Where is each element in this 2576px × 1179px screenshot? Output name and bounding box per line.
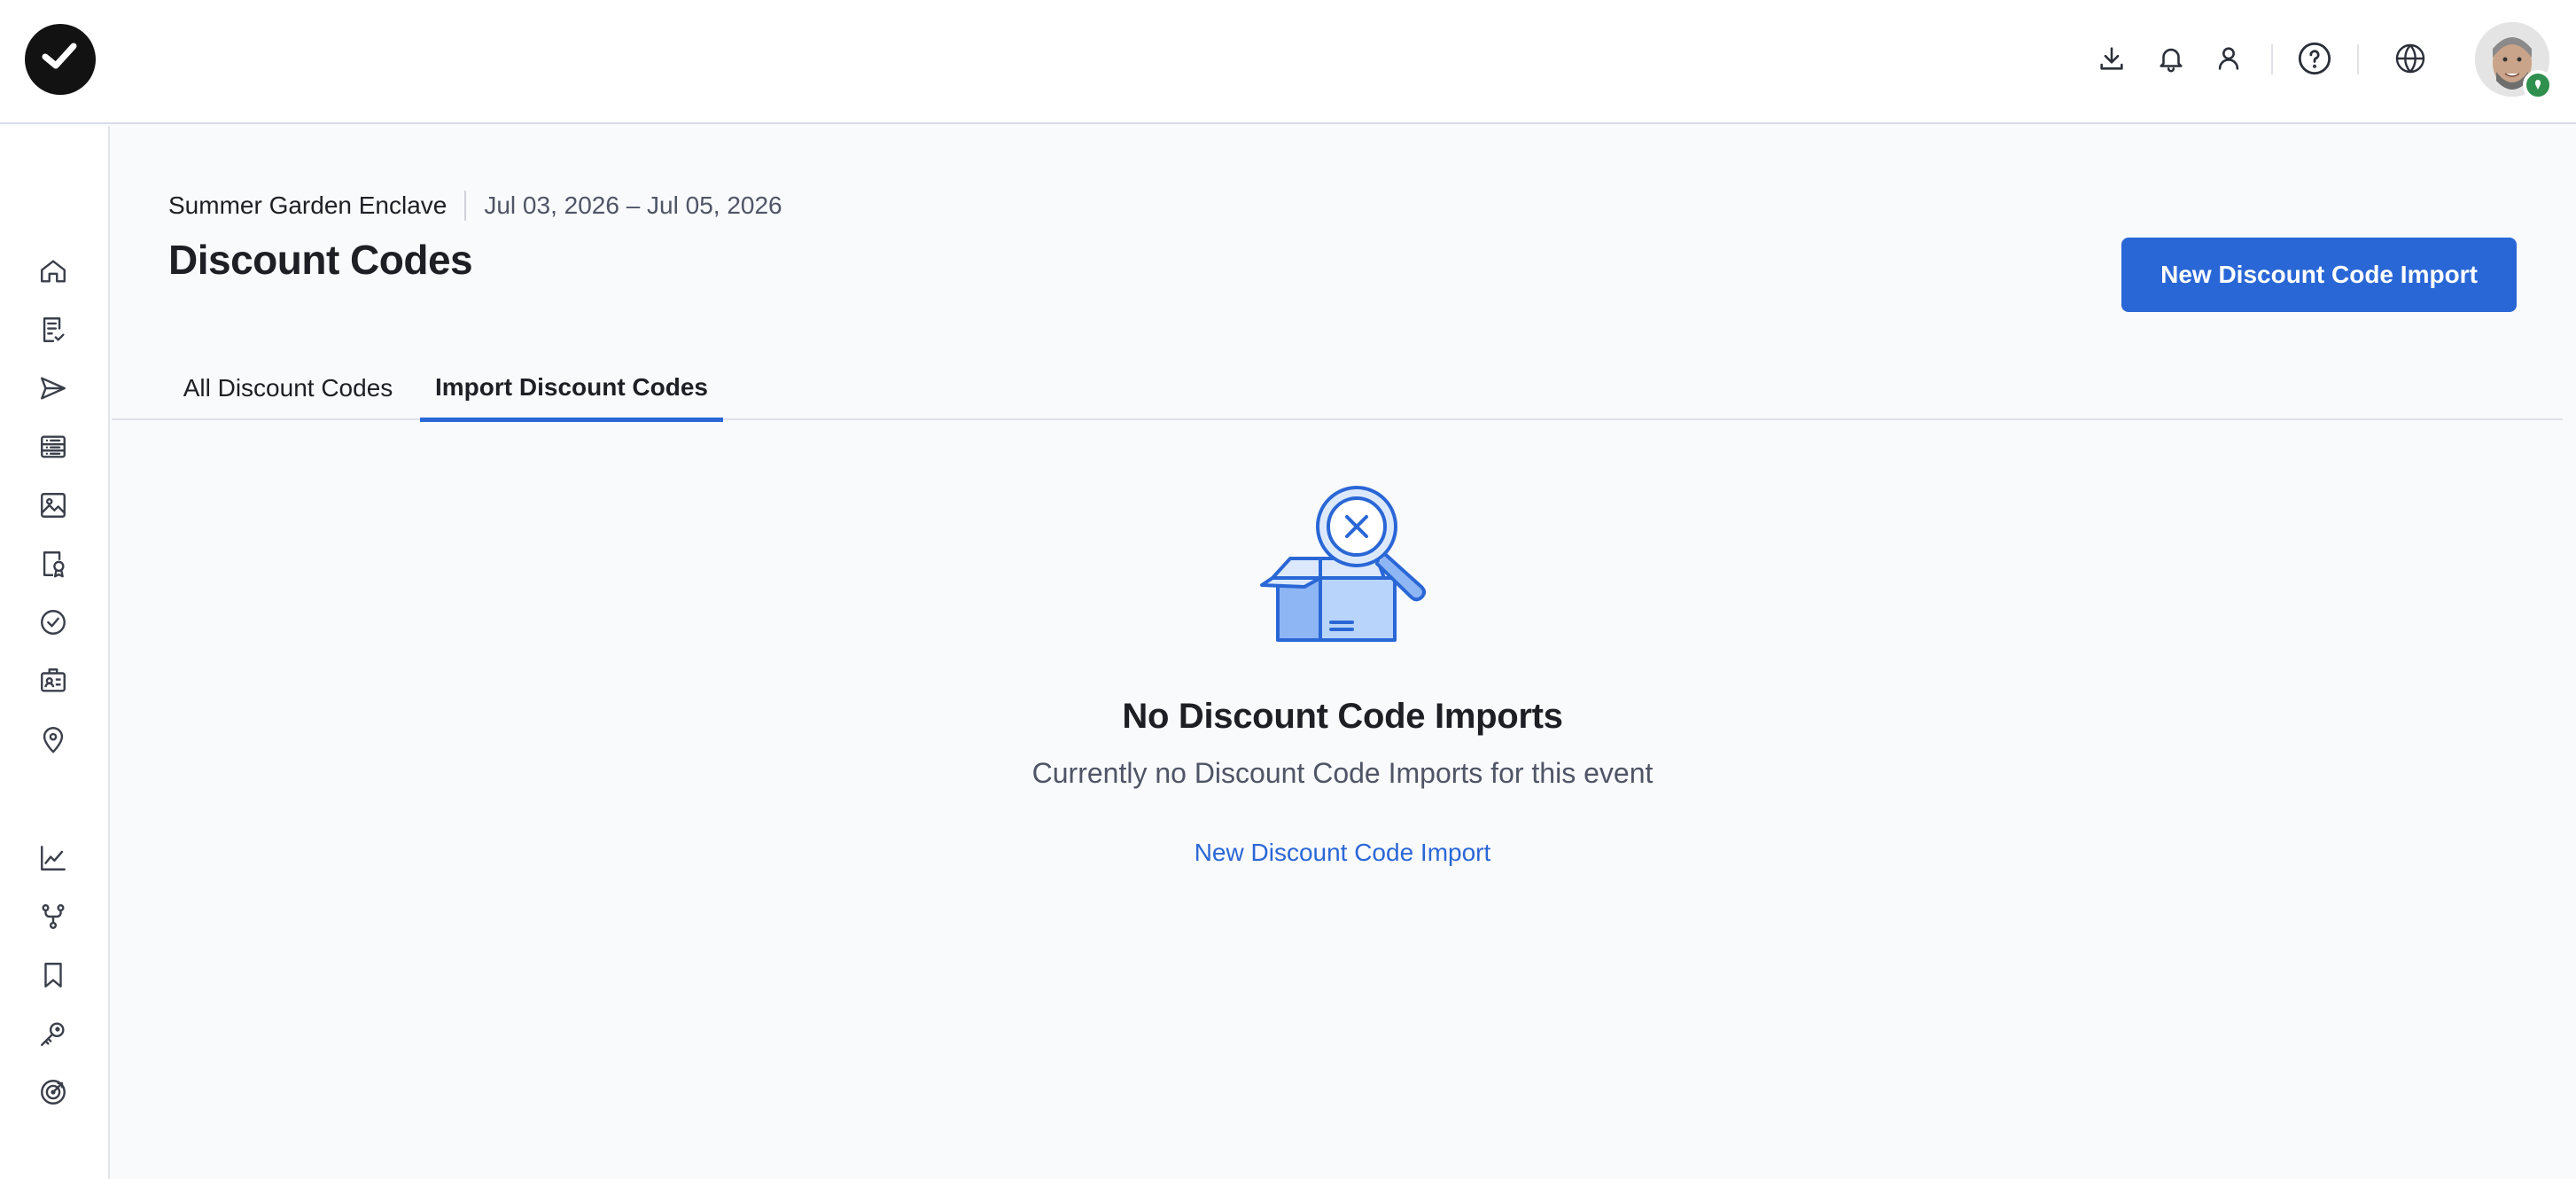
empty-box-search-icon: [1253, 480, 1439, 649]
key-icon[interactable]: [34, 1014, 73, 1053]
globe-icon[interactable]: [2391, 39, 2430, 78]
empty-state-title: No Discount Code Imports: [1122, 697, 1563, 736]
badge-check-icon[interactable]: [34, 603, 73, 642]
sidebar: [0, 126, 110, 1179]
breadcrumb: Summer Garden Enclave Jul 03, 2026 – Jul…: [168, 188, 782, 223]
app-logo[interactable]: [25, 24, 96, 95]
page-title: Discount Codes: [168, 237, 473, 283]
new-discount-code-import-link[interactable]: New Discount Code Import: [1195, 839, 1491, 866]
chart-line-icon[interactable]: [34, 839, 73, 878]
certificate-icon[interactable]: [34, 544, 73, 583]
header-divider: [2271, 44, 2273, 74]
avatar[interactable]: [2475, 22, 2553, 100]
list-icon[interactable]: [34, 427, 73, 466]
download-icon[interactable]: [2092, 39, 2131, 78]
new-discount-code-import-button[interactable]: New Discount Code Import: [2121, 238, 2517, 312]
image-icon[interactable]: [34, 486, 73, 525]
empty-state-link-row: New Discount Code Import: [112, 839, 2573, 867]
send-icon[interactable]: [34, 369, 73, 408]
event-name[interactable]: Summer Garden Enclave: [168, 191, 447, 220]
flow-icon[interactable]: [34, 897, 73, 936]
top-bar: [0, 0, 2576, 124]
main-content: Summer Garden Enclave Jul 03, 2026 – Jul…: [112, 126, 2576, 1179]
event-dates: Jul 03, 2026 – Jul 05, 2026: [484, 191, 782, 219]
bell-icon[interactable]: [2152, 39, 2191, 78]
tab-bar: All Discount Codes Import Discount Codes: [112, 356, 2563, 422]
checkmark-logo-icon: [42, 43, 77, 69]
empty-state-subtitle: Currently no Discount Code Imports for t…: [1031, 757, 1654, 789]
help-icon[interactable]: [2295, 39, 2334, 78]
bookmark-icon[interactable]: [34, 956, 73, 995]
tab-import-discount-codes[interactable]: Import Discount Codes: [420, 356, 723, 422]
target-icon[interactable]: [34, 1073, 73, 1112]
checklist-icon[interactable]: [34, 310, 73, 349]
tab-all-discount-codes[interactable]: All Discount Codes: [168, 356, 408, 420]
user-icon[interactable]: [2209, 39, 2248, 78]
header-divider: [2357, 44, 2359, 74]
home-icon[interactable]: [34, 252, 73, 291]
breadcrumb-divider: [464, 191, 467, 221]
id-card-icon[interactable]: [34, 661, 73, 700]
location-pin-icon[interactable]: [34, 720, 73, 759]
online-status-badge: [2523, 70, 2553, 100]
